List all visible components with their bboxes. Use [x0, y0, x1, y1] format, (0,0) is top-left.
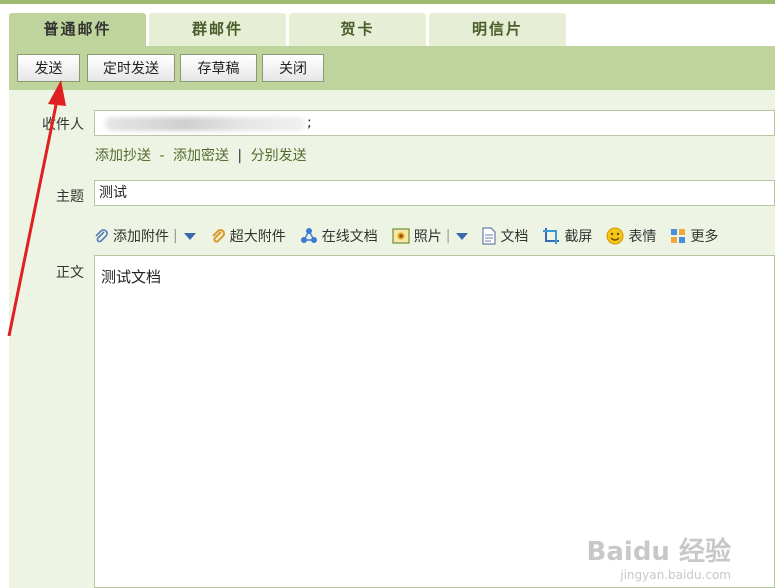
- arrow-shaft: [7, 99, 59, 337]
- baidu-watermark: Baidu 经验: [586, 537, 731, 567]
- red-annotation-arrow: [7, 80, 66, 337]
- watermark-url: jingyan.baidu.com: [620, 568, 731, 582]
- arrow-head: [48, 80, 66, 106]
